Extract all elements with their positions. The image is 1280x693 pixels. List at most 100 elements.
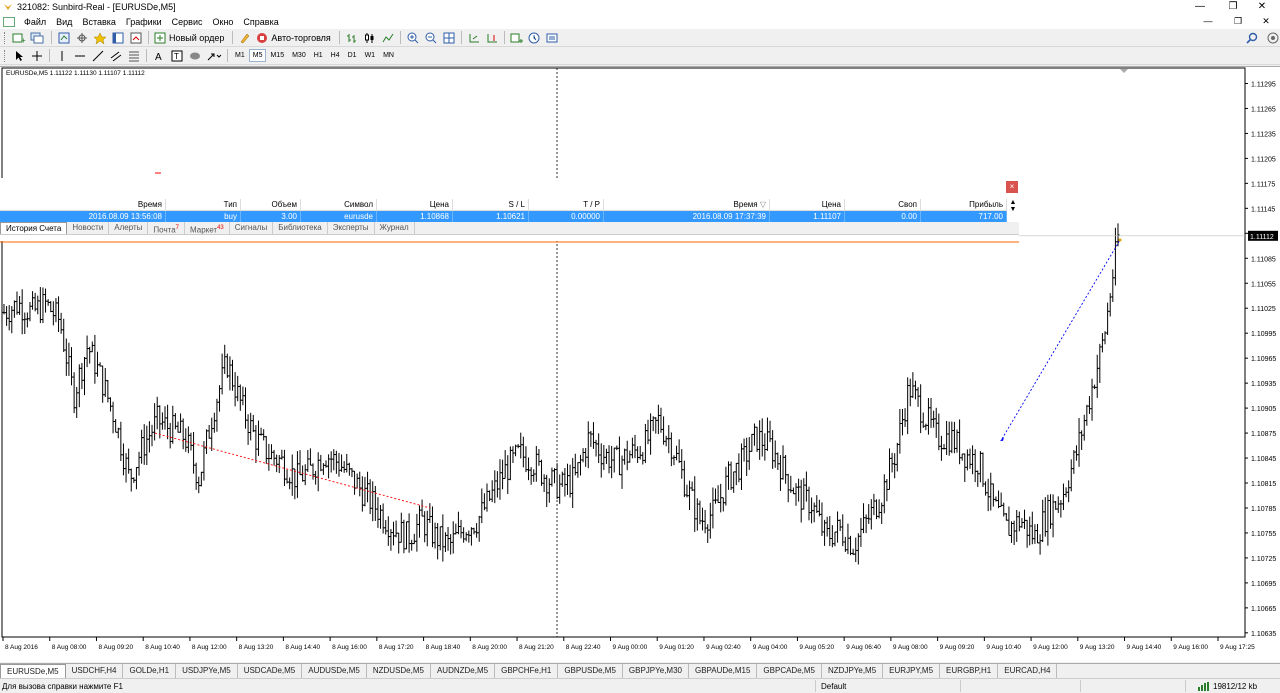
chart-tab[interactable]: GBPCADe,M5 [757,664,822,678]
timeframe-mn[interactable]: MN [379,49,398,62]
indicators-icon[interactable] [510,31,524,45]
chart-shift-marker-icon[interactable] [1120,69,1128,73]
col-symbol[interactable]: Символ [301,199,377,210]
strategy-tester-icon[interactable] [129,31,143,45]
toolbar-grip[interactable] [4,31,7,44]
chart-tab[interactable]: USDCADe,M5 [238,664,303,678]
search-icon[interactable] [1245,31,1259,45]
shapes-icon[interactable] [188,49,202,63]
tab-signals[interactable]: Сигналы [230,222,274,234]
periods-icon[interactable] [528,31,542,45]
scroll-up-icon[interactable]: ▲ [1007,199,1019,206]
tab-market[interactable]: Маркет43 [185,222,230,235]
close-window-button[interactable]: ✕ [1242,0,1280,14]
col-type[interactable]: Тип [166,199,241,210]
market-watch-icon[interactable] [57,31,71,45]
data-window-icon[interactable] [75,31,89,45]
templates-icon[interactable] [546,31,560,45]
menu-tools[interactable]: Сервис [167,17,208,27]
child-restore-button[interactable]: ❐ [1228,14,1248,29]
channel-icon[interactable] [109,49,123,63]
timeframe-h1[interactable]: H1 [310,49,327,62]
chart-tab[interactable]: GOLDe,H1 [123,664,177,678]
chart-tab[interactable]: AUDNZDe,M5 [431,664,496,678]
terminal-panel-icon[interactable] [111,31,125,45]
zoom-in-icon[interactable] [406,31,420,45]
menu-charts[interactable]: Графики [121,17,167,27]
col-tp[interactable]: T / P [529,199,604,210]
menu-file[interactable]: Файл [19,17,51,27]
zoom-out-icon[interactable] [424,31,438,45]
menu-insert[interactable]: Вставка [77,17,120,27]
chart-tab[interactable]: GBPUSDe,M5 [558,664,623,678]
vertical-line-icon[interactable] [55,49,69,63]
tile-windows-icon[interactable] [442,31,456,45]
child-minimize-button[interactable]: — [1198,14,1218,29]
timeframe-m30[interactable]: M30 [288,49,310,62]
tab-journal[interactable]: Журнал [375,222,415,234]
meta-editor-icon[interactable] [238,31,252,45]
chart-tab[interactable]: AUDUSDe,M5 [302,664,367,678]
scroll-down-icon[interactable]: ▼ [1007,206,1019,213]
text-icon[interactable]: A [152,49,166,63]
horizontal-line-icon[interactable] [73,49,87,63]
line-chart-icon[interactable] [381,31,395,45]
chart-tab[interactable]: GBPCHFe,H1 [495,664,559,678]
connection-status[interactable]: 19812/12 kb [1198,682,1257,691]
chart-tab[interactable]: USDJPYe,M5 [176,664,238,678]
chart-window[interactable]: 1.11295 1.11265 1.11235 1.11205 1.11175 1.111… [0,66,1280,662]
table-row[interactable]: 2016.08.09 13:56:08 buy 3.00 eurusde 1.1… [0,211,1007,222]
chart-tab[interactable]: USDCHF,H4 [66,664,124,678]
timeframe-m5[interactable]: M5 [248,49,267,62]
timeframe-m1[interactable]: M1 [231,49,249,62]
price-chart[interactable]: 1.11295 1.11265 1.11235 1.11205 1.11175 1.111… [0,67,1280,663]
child-close-button[interactable]: ✕ [1256,14,1276,29]
col-sl[interactable]: S / L [453,199,529,210]
tab-mailbox[interactable]: Почта7 [148,222,185,235]
auto-scroll-icon[interactable] [467,31,481,45]
menu-help[interactable]: Справка [238,17,283,27]
fibonacci-icon[interactable] [127,49,141,63]
autotrading-button[interactable]: Авто-торговля [256,31,333,45]
cursor-icon[interactable] [12,49,26,63]
chart-tab[interactable]: NZDUSDe,M5 [367,664,431,678]
timeframe-h4[interactable]: H4 [327,49,344,62]
chart-tab[interactable]: EURJPY,M5 [883,664,941,678]
col-open-time[interactable]: Время [0,199,166,210]
text-label-icon[interactable]: T [170,49,184,63]
candlestick-chart-icon[interactable] [363,31,377,45]
chart-doc-icon[interactable] [3,16,15,27]
navigator-icon[interactable] [93,31,107,45]
chart-tab[interactable]: NZDJPYe,M5 [822,664,884,678]
profiles-icon[interactable] [30,31,46,45]
new-order-button[interactable]: Новый ордер [154,31,227,45]
col-profit[interactable]: Прибыль [921,199,1007,210]
col-close-price[interactable]: Цена [770,199,845,210]
bar-chart-icon[interactable] [345,31,359,45]
profile-name[interactable]: Default [821,682,846,691]
chart-tab[interactable]: EURGBP,H1 [940,664,999,678]
timeframe-w1[interactable]: W1 [361,49,380,62]
arrows-icon[interactable] [206,49,222,63]
chart-tab[interactable]: EURCAD,H4 [998,664,1058,678]
col-close-time[interactable]: Время ▽ [604,199,770,210]
chart-tab[interactable]: GBPJPYe,M30 [623,664,689,678]
tab-alerts[interactable]: Алерты [109,222,149,234]
chat-icon[interactable] [1266,31,1280,45]
tab-account-history[interactable]: История Счета [0,222,68,234]
chart-tab[interactable]: EURUSDe,M5 [0,664,66,678]
col-open-price[interactable]: Цена [377,199,453,210]
toolbar-grip[interactable] [4,49,7,62]
trendline-icon[interactable] [91,49,105,63]
tab-library[interactable]: Библиотека [273,222,328,234]
tab-experts[interactable]: Эксперты [328,222,375,234]
menu-window[interactable]: Окно [208,17,239,27]
terminal-close-button[interactable]: × [1006,181,1018,193]
new-chart-icon[interactable]: + [12,31,26,45]
chart-shift-icon[interactable] [485,31,499,45]
col-volume[interactable]: Объем [241,199,301,210]
menu-view[interactable]: Вид [51,17,77,27]
timeframe-d1[interactable]: D1 [344,49,361,62]
chart-tab[interactable]: GBPAUDe,M15 [689,664,758,678]
col-swap[interactable]: Своп [845,199,921,210]
